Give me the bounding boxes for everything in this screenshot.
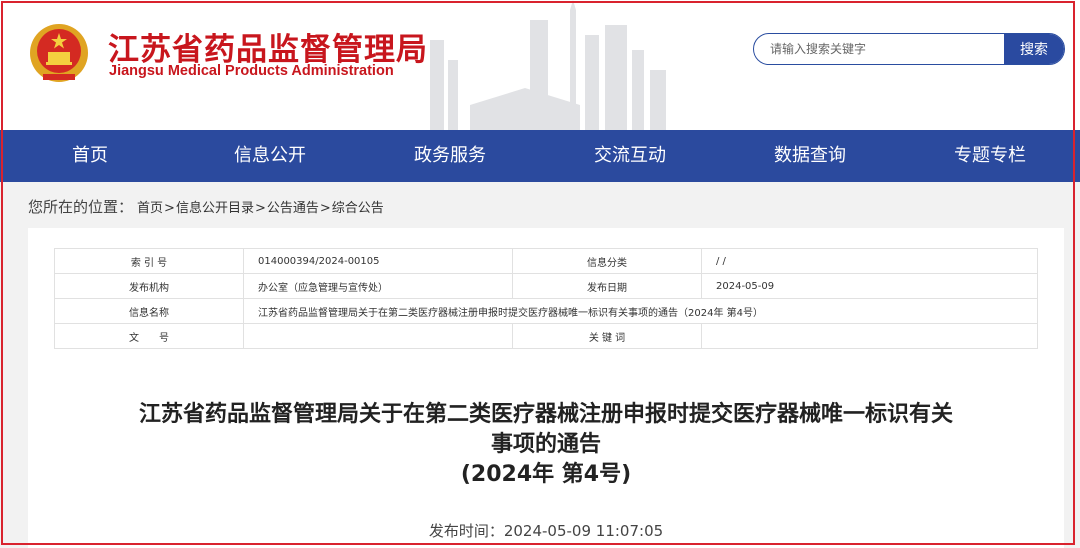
name-label: 信息名称 bbox=[54, 298, 244, 324]
article-title-number: (2024年 第4号) bbox=[460, 462, 632, 487]
metadata-table: 索 引 号 014000394/2024-00105 信息分类 / / 发布机构… bbox=[54, 248, 1038, 349]
table-row: 索 引 号 014000394/2024-00105 信息分类 / / bbox=[54, 248, 1038, 274]
breadcrumb-separator: > bbox=[319, 201, 331, 216]
article-panel: 索 引 号 014000394/2024-00105 信息分类 / / 发布机构… bbox=[28, 228, 1064, 548]
name-value: 江苏省药品监督管理局关于在第二类医疗器械注册申报时提交医疗器械唯一标识有关事项的… bbox=[243, 298, 1038, 324]
breadcrumb-item-general-announcements[interactable]: 综合公告 bbox=[332, 201, 384, 216]
docno-label: 文 号 bbox=[54, 323, 244, 349]
nav-item-home[interactable]: 首页 bbox=[0, 130, 180, 182]
docno-value bbox=[243, 323, 513, 349]
keyword-label: 关 键 词 bbox=[512, 323, 702, 349]
table-row: 信息名称 江苏省药品监督管理局关于在第二类医疗器械注册申报时提交医疗器械唯一标识… bbox=[54, 298, 1038, 324]
breadcrumb-item-home[interactable]: 首页 bbox=[137, 201, 163, 216]
publish-time: 发布时间：2024-05-09 11:07:05 bbox=[428, 522, 664, 540]
category-value: / / bbox=[701, 248, 1038, 274]
site-header: 江苏省药品监督管理局 Jiangsu Medical Products Admi… bbox=[0, 0, 1080, 130]
breadcrumb-label: 您所在的位置： bbox=[28, 198, 134, 216]
search-button[interactable]: 搜索 bbox=[1004, 34, 1064, 64]
main-nav: 首页 信息公开 政务服务 交流互动 数据查询 专题专栏 bbox=[0, 130, 1080, 182]
article-title-line: 江苏省药品监督管理局关于在第二类医疗器械注册申报时提交医疗器械唯一标识有关 bbox=[138, 402, 953, 427]
breadcrumb-item-announcements[interactable]: 公告通告 bbox=[267, 201, 319, 216]
date-value: 2024-05-09 bbox=[701, 273, 1038, 299]
search-input[interactable] bbox=[754, 34, 1004, 64]
category-label: 信息分类 bbox=[512, 248, 702, 274]
index-label: 索 引 号 bbox=[54, 248, 244, 274]
table-row: 文 号 关 键 词 bbox=[54, 323, 1038, 349]
breadcrumb-separator: > bbox=[254, 201, 266, 216]
table-row: 发布机构 办公室（应急管理与宣传处） 发布日期 2024-05-09 bbox=[54, 273, 1038, 299]
breadcrumb-separator: > bbox=[164, 201, 175, 216]
nav-item-data-query[interactable]: 数据查询 bbox=[720, 130, 900, 182]
nav-item-special-topics[interactable]: 专题专栏 bbox=[900, 130, 1080, 182]
date-label: 发布日期 bbox=[512, 273, 702, 299]
keyword-value bbox=[701, 323, 1038, 349]
article-title: 江苏省药品监督管理局关于在第二类医疗器械注册申报时提交医疗器械唯一标识有关 事项… bbox=[28, 400, 1064, 490]
org-value: 办公室（应急管理与宣传处） bbox=[243, 273, 513, 299]
nav-item-government-services[interactable]: 政务服务 bbox=[360, 130, 540, 182]
index-value: 014000394/2024-00105 bbox=[243, 248, 513, 274]
site-title-en[interactable]: Jiangsu Medical Products Administration bbox=[109, 63, 394, 79]
national-emblem-icon bbox=[30, 24, 88, 82]
nav-item-info-disclosure[interactable]: 信息公开 bbox=[180, 130, 360, 182]
breadcrumb: 您所在的位置： 首页>信息公开目录>公告通告>综合公告 bbox=[28, 196, 384, 217]
org-label: 发布机构 bbox=[54, 273, 244, 299]
nav-item-interaction[interactable]: 交流互动 bbox=[540, 130, 720, 182]
search-box: 搜索 bbox=[753, 33, 1065, 65]
article-title-line: 事项的通告 bbox=[490, 432, 601, 457]
city-skyline-decoration bbox=[430, 0, 666, 130]
breadcrumb-item-info-directory[interactable]: 信息公开目录 bbox=[176, 201, 254, 216]
